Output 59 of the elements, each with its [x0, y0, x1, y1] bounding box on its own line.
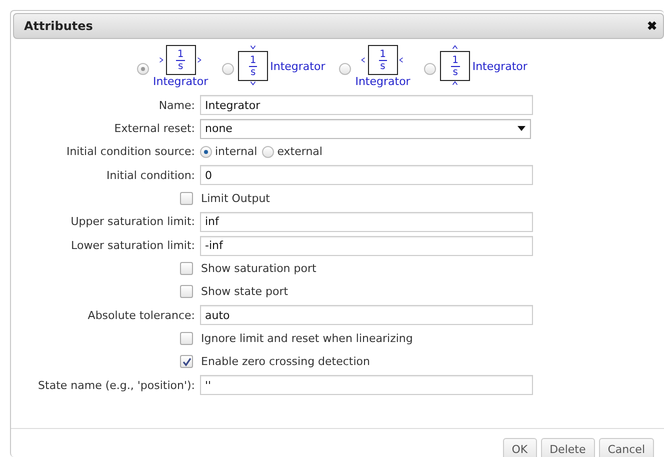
radio-button[interactable] [200, 146, 212, 158]
checkbox-label[interactable]: Limit Output [201, 192, 270, 206]
field-label: Upper saturation limit: [70, 215, 195, 228]
checkbox[interactable] [180, 192, 193, 206]
numerator: 1 [378, 48, 387, 60]
text-field[interactable]: inf [200, 212, 533, 232]
checkbox[interactable] [180, 355, 193, 368]
port-chevron-icon [158, 56, 165, 64]
numerator: 1 [248, 54, 258, 66]
checkbox[interactable] [180, 332, 193, 346]
block-label: Integrator [355, 75, 410, 88]
field-label: Absolute tolerance: [88, 308, 195, 322]
port-chevron-icon [249, 45, 258, 51]
field-label: External reset: [114, 122, 195, 136]
port-chevron-icon [451, 45, 460, 51]
orientation-radio[interactable] [137, 63, 149, 75]
denominator: s [380, 60, 386, 72]
text-field[interactable]: '' [200, 375, 533, 396]
block-label: Integrator [270, 60, 326, 72]
block-label: Integrator [472, 60, 528, 72]
dialog-title: Attributes [24, 19, 93, 33]
caret-icon [517, 126, 526, 132]
radio-button[interactable] [262, 146, 274, 158]
text-field[interactable]: -inf [200, 236, 533, 256]
orientation-radio[interactable] [339, 63, 352, 75]
orientation-radio[interactable] [424, 63, 436, 75]
port-chevron-icon [360, 56, 367, 64]
dialog-button[interactable]: OK [502, 438, 537, 457]
checkbox-label[interactable]: Show saturation port [201, 262, 316, 276]
port-chevron-icon [398, 56, 405, 64]
close-button[interactable]: ✖ [641, 19, 663, 33]
dropdown[interactable]: none [200, 118, 531, 139]
dialog-button[interactable]: Delete [540, 438, 595, 457]
field-label: Lower saturation limit: [71, 239, 195, 252]
field-label: Name: [158, 98, 195, 112]
port-chevron-icon [451, 81, 460, 87]
port-chevron-icon [249, 81, 258, 87]
port-chevron-icon [196, 56, 203, 64]
numerator: 1 [451, 54, 460, 66]
numerator: 1 [176, 48, 185, 60]
text-field[interactable]: auto [200, 305, 533, 326]
field-label: Initial condition source: [66, 145, 195, 158]
radio-label[interactable]: external [277, 145, 322, 158]
denominator: s [178, 60, 184, 72]
radio-label[interactable]: internal [215, 145, 258, 158]
checkbox[interactable] [180, 285, 193, 298]
checkbox-label[interactable]: Ignore limit and reset when linearizing [201, 332, 413, 346]
checkbox[interactable] [180, 262, 193, 276]
text-field[interactable]: 0 [200, 165, 533, 186]
checkbox-label[interactable]: Enable zero crossing detection [201, 355, 370, 368]
field-label: State name (e.g., 'position'): [38, 378, 195, 392]
denominator: s [250, 66, 256, 78]
text-field[interactable]: Integrator [200, 95, 533, 115]
orientation-radio[interactable] [222, 63, 234, 75]
checkbox-label[interactable]: Show state port [201, 285, 288, 298]
denominator: s [452, 66, 458, 78]
block-label: Integrator [153, 75, 208, 88]
field-label: Initial condition: [106, 168, 195, 182]
dialog-button[interactable]: Cancel [598, 438, 654, 457]
